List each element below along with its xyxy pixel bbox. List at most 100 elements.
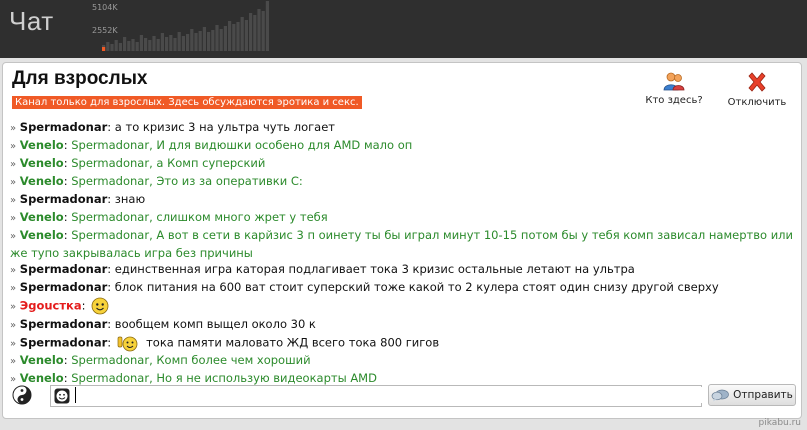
traffic-bar xyxy=(160,33,164,51)
channel-title: Для взрослых xyxy=(12,68,148,89)
traffic-bar xyxy=(118,43,122,51)
message-input[interactable] xyxy=(75,387,702,403)
message-separator: : xyxy=(107,316,115,331)
speech-bubble-icon xyxy=(711,389,730,401)
traffic-bar xyxy=(114,40,118,51)
message-arrow: » xyxy=(10,283,17,294)
traffic-bar xyxy=(148,40,152,51)
channel-description: Канал только для взрослых. Здесь обсужда… xyxy=(12,96,362,109)
traffic-bar xyxy=(110,44,114,51)
message-nick[interactable]: Spermadonar xyxy=(20,280,107,294)
message-text: Spermadonar, А вот в сети в карйзис 3 п … xyxy=(10,228,793,260)
message-nick[interactable]: Venelo xyxy=(20,156,64,170)
traffic-bar xyxy=(135,42,139,51)
traffic-bar xyxy=(165,37,169,51)
top-bar: Чат 5104K 2552K xyxy=(0,0,807,58)
disconnect-label: Отключить xyxy=(727,97,787,108)
message-nick[interactable]: Venelo xyxy=(20,228,64,242)
traffic-bar xyxy=(202,27,206,51)
message-arrow: » xyxy=(10,356,17,367)
traffic-bar xyxy=(215,25,219,51)
traffic-bar xyxy=(139,35,143,51)
traffic-bar xyxy=(240,17,244,51)
traffic-bar xyxy=(156,39,160,51)
traffic-bar xyxy=(257,9,261,51)
message-text: Spermadonar, слишком много жрет у тебя xyxy=(71,210,328,224)
message-separator: : xyxy=(107,192,115,206)
traffic-bar xyxy=(127,41,131,51)
traffic-bar xyxy=(177,32,181,51)
send-button[interactable]: Отправить xyxy=(708,384,796,406)
message-arrow: » xyxy=(10,231,17,242)
traffic-bar xyxy=(253,15,257,51)
message-nick[interactable]: Spermadonar xyxy=(20,120,107,134)
message-text: знаю xyxy=(114,192,146,206)
traffic-bar xyxy=(228,21,232,51)
traffic-bar xyxy=(173,38,177,51)
chat-message: » Spermadonar: знаю xyxy=(10,191,796,209)
message-text: тока памяти маловато ЖД всего тока 800 г… xyxy=(146,335,440,349)
thumbs-up-smiley-icon xyxy=(117,336,138,351)
message-text: блок питания на 600 ват стоит суперский … xyxy=(114,280,719,294)
traffic-bar xyxy=(152,36,156,51)
traffic-bar xyxy=(261,11,265,51)
traffic-bar xyxy=(211,30,215,51)
chat-message: » Spermadonar: вообщем комп выщел около … xyxy=(10,316,796,334)
traffic-bar xyxy=(232,24,236,51)
watermark: pikabu.ru xyxy=(758,418,801,428)
message-text: единственная игра каторая подлагивает то… xyxy=(114,262,635,276)
traffic-bar xyxy=(181,36,185,51)
message-arrow: » xyxy=(10,301,17,313)
send-label: Отправить xyxy=(733,389,793,401)
message-nick[interactable]: Spermadonar xyxy=(20,192,107,206)
message-separator: : xyxy=(107,280,115,294)
chat-message: » Venelo: Spermadonar, Комп более чем хо… xyxy=(10,352,796,370)
chat-message: » Эgouстка: xyxy=(10,297,796,316)
message-text: вообщем комп выщел около 30 к xyxy=(114,316,316,331)
close-icon xyxy=(748,72,766,92)
message-arrow: » xyxy=(10,319,17,331)
disconnect-button[interactable]: Отключить xyxy=(721,71,793,108)
message-text: а то кризис 3 на ультра чуть логает xyxy=(114,120,335,134)
message-nick[interactable]: Эgouстка xyxy=(20,299,82,313)
message-nick[interactable]: Spermadonar xyxy=(20,335,107,349)
traffic-bar xyxy=(207,32,211,51)
smiley-picker-icon[interactable] xyxy=(54,388,70,404)
traffic-bar xyxy=(169,35,173,51)
message-text: Spermadonar, а Комп суперский xyxy=(71,156,266,170)
message-arrow: » xyxy=(10,177,17,188)
traffic-bar xyxy=(144,38,148,51)
chat-message: » Spermadonar: блок питания на 600 ват с… xyxy=(10,279,796,297)
traffic-bar xyxy=(131,39,135,51)
message-arrow: » xyxy=(10,195,17,206)
message-nick[interactable]: Spermadonar xyxy=(20,262,107,276)
message-separator: : xyxy=(81,298,90,313)
traffic-label-low: 2552K xyxy=(92,26,118,35)
traffic-bar xyxy=(186,34,190,51)
message-nick[interactable]: Venelo xyxy=(20,174,64,188)
message-nick[interactable]: Spermadonar xyxy=(20,317,107,331)
traffic-graph: 5104K 2552K xyxy=(92,1,269,51)
message-text: Spermadonar, Комп более чем хороший xyxy=(71,353,311,367)
chat-message: » Spermadonar: а то кризис 3 на ультра ч… xyxy=(10,119,796,137)
traffic-bar xyxy=(106,42,110,51)
traffic-bar xyxy=(190,29,194,51)
message-text: Spermadonar, И для видюшки особено для A… xyxy=(71,138,413,152)
message-nick[interactable]: Venelo xyxy=(20,353,64,367)
input-row: Отправить xyxy=(10,383,798,409)
message-nick[interactable]: Venelo xyxy=(20,138,64,152)
app-title: Чат xyxy=(9,6,54,36)
chat-message: » Spermadonar: тока памяти маловато ЖД в… xyxy=(10,334,796,353)
traffic-bar xyxy=(249,13,253,51)
traffic-bars xyxy=(102,1,269,51)
chat-message: » Venelo: Spermadonar, слишком много жре… xyxy=(10,209,796,227)
traffic-bar xyxy=(198,31,202,51)
yin-yang-icon[interactable] xyxy=(12,385,32,405)
message-arrow: » xyxy=(10,141,17,152)
traffic-bar xyxy=(219,29,223,51)
message-nick[interactable]: Venelo xyxy=(20,210,64,224)
message-input-box xyxy=(50,385,702,407)
traffic-bar xyxy=(265,1,269,51)
traffic-bar xyxy=(236,22,240,51)
who-is-here-button[interactable]: Кто здесь? xyxy=(638,71,710,106)
